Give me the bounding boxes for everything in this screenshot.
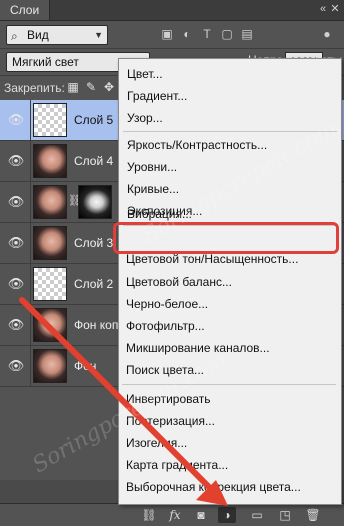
pointer-arrow <box>19 297 228 506</box>
